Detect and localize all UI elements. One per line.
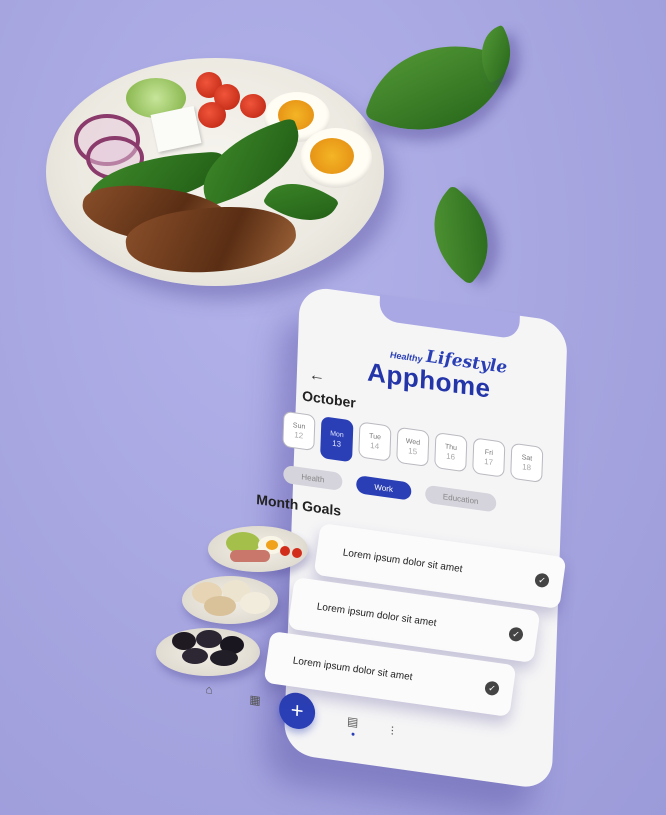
settings-sliders-icon[interactable]: ⫶ — [391, 724, 395, 739]
day-number: 17 — [484, 456, 494, 467]
day-number: 15 — [408, 445, 418, 456]
phone-notch — [379, 294, 520, 340]
check-circle-icon[interactable]: ✓ — [484, 680, 500, 697]
calendar-list-icon[interactable]: ▤ — [347, 714, 359, 730]
day-number: 16 — [446, 451, 456, 462]
day-number: 18 — [522, 461, 532, 472]
month-goals-title: Month Goals — [256, 491, 342, 519]
day-wed[interactable]: Wed 15 — [396, 426, 430, 468]
day-sat[interactable]: Sat 18 — [510, 442, 544, 484]
back-arrow-icon[interactable]: ← — [309, 366, 326, 386]
add-icon[interactable]: + — [278, 690, 316, 732]
day-label: Sat — [521, 453, 533, 463]
day-number: 14 — [370, 440, 380, 451]
day-fri[interactable]: Fri 17 — [472, 437, 506, 478]
day-number: 12 — [294, 429, 304, 441]
day-thu[interactable]: Thu 16 — [434, 432, 468, 473]
food-bowl-mussels — [156, 628, 260, 676]
day-mon[interactable]: Mon 13 — [320, 416, 354, 463]
check-circle-icon[interactable]: ✓ — [508, 626, 524, 643]
day-sun[interactable]: Sun 12 — [282, 410, 316, 452]
goal-text: Lorem ipsum dolor sit amet — [292, 654, 414, 683]
phone-mockup: Healthy Lifestyle Apphome ← October Sun 1… — [0, 0, 666, 815]
active-dot — [351, 732, 355, 736]
home-icon[interactable]: ⌂ — [205, 682, 213, 697]
add-label: + — [290, 697, 304, 724]
check-circle-icon[interactable]: ✓ — [534, 572, 550, 589]
goal-text: Lorem ipsum dolor sit amet — [342, 546, 464, 575]
tab-work[interactable]: Work — [356, 475, 412, 501]
tab-health[interactable]: Health — [283, 464, 343, 492]
day-tue[interactable]: Tue 14 — [358, 421, 392, 462]
food-bowl-breakfast — [208, 526, 308, 572]
day-number: 13 — [332, 438, 342, 449]
goal-text: Lorem ipsum dolor sit amet — [316, 600, 438, 629]
day-label: Fri — [484, 448, 494, 457]
calendar-icon[interactable]: ▦ — [249, 692, 261, 708]
tab-education[interactable]: Education — [424, 484, 497, 513]
month-title: October — [301, 387, 357, 411]
food-bowl-chicken — [182, 576, 278, 624]
